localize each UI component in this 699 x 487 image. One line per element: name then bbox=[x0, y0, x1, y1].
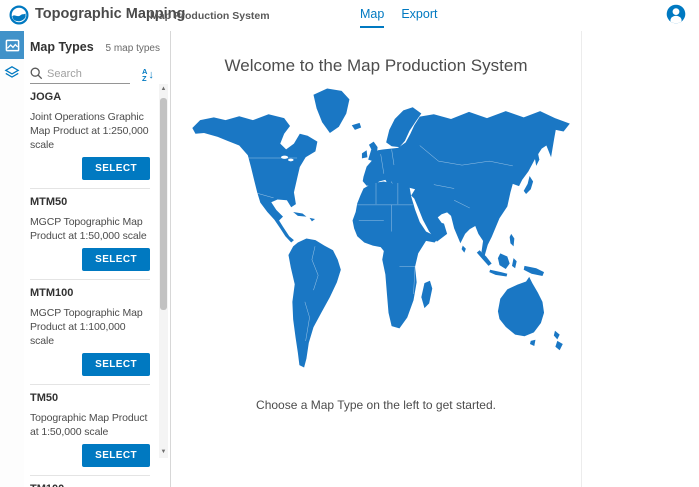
scrollbar-thumb[interactable] bbox=[160, 98, 167, 310]
layers-icon bbox=[4, 65, 20, 81]
app-logo-globe-icon bbox=[9, 5, 29, 25]
sort-az-icon[interactable]: AZ ↓ bbox=[142, 69, 154, 84]
top-nav: Map Export bbox=[360, 7, 437, 28]
map-type-card-joga: JOGA Joint Operations Graphic Map Produc… bbox=[30, 84, 150, 189]
search-icon bbox=[30, 67, 43, 80]
map-type-name: TM100 bbox=[30, 483, 150, 487]
instruction-text: Choose a Map Type on the left to get sta… bbox=[171, 398, 581, 412]
sidebar-scrollbar[interactable]: ▲ ▼ bbox=[159, 84, 168, 458]
layers-tool-button[interactable] bbox=[0, 59, 24, 87]
scroll-down-arrow-icon[interactable]: ▼ bbox=[159, 447, 168, 458]
scroll-up-arrow-icon[interactable]: ▲ bbox=[159, 84, 168, 95]
welcome-title: Welcome to the Map Production System bbox=[171, 56, 581, 76]
map-type-card-mtm100: MTM100 MGCP Topographic Map Product at 1… bbox=[30, 280, 150, 385]
map-type-name: MTM50 bbox=[30, 196, 150, 208]
tool-strip bbox=[0, 31, 24, 487]
world-map-illustration bbox=[180, 83, 572, 380]
map-type-list: JOGA Joint Operations Graphic Map Produc… bbox=[30, 84, 150, 487]
map-types-count: 5 map types bbox=[106, 43, 160, 54]
map-type-name: MTM100 bbox=[30, 287, 150, 299]
select-button[interactable]: SELECT bbox=[82, 444, 150, 467]
map-types-panel: Map Types 5 map types AZ ↓ JOGA Joint Op… bbox=[24, 31, 171, 487]
map-type-description: Topographic Map Product at 1:50,000 scal… bbox=[30, 411, 150, 439]
panel-header: Map Types 5 map types bbox=[24, 31, 170, 54]
map-type-description: MGCP Topographic Map Product at 1:50,000… bbox=[30, 215, 150, 243]
map-type-name: TM50 bbox=[30, 392, 150, 404]
map-type-card-tm100: TM100 bbox=[30, 476, 150, 487]
select-button[interactable]: SELECT bbox=[82, 157, 150, 180]
app-subtitle: Map Production System bbox=[150, 10, 270, 22]
user-account-icon[interactable] bbox=[666, 4, 686, 24]
main-content: Welcome to the Map Production System bbox=[171, 31, 582, 487]
panel-title: Map Types bbox=[30, 40, 94, 54]
tab-map[interactable]: Map bbox=[360, 7, 384, 28]
map-types-tool-button[interactable] bbox=[0, 31, 24, 59]
search-box[interactable] bbox=[30, 67, 130, 84]
search-row: AZ ↓ bbox=[30, 60, 160, 84]
search-input[interactable] bbox=[47, 68, 127, 80]
select-button[interactable]: SELECT bbox=[82, 353, 150, 376]
map-type-description: Joint Operations Graphic Map Product at … bbox=[30, 110, 150, 152]
select-button[interactable]: SELECT bbox=[82, 248, 150, 271]
app-header: Topographic Mapping Map Production Syste… bbox=[0, 0, 699, 31]
map-type-card-tm50: TM50 Topographic Map Product at 1:50,000… bbox=[30, 385, 150, 476]
map-type-name: JOGA bbox=[30, 91, 150, 103]
map-type-card-mtm50: MTM50 MGCP Topographic Map Product at 1:… bbox=[30, 189, 150, 280]
world-map-container bbox=[171, 83, 581, 385]
map-type-description: MGCP Topographic Map Product at 1:100,00… bbox=[30, 306, 150, 348]
tab-export[interactable]: Export bbox=[401, 7, 437, 28]
map-panel-icon bbox=[5, 38, 20, 53]
